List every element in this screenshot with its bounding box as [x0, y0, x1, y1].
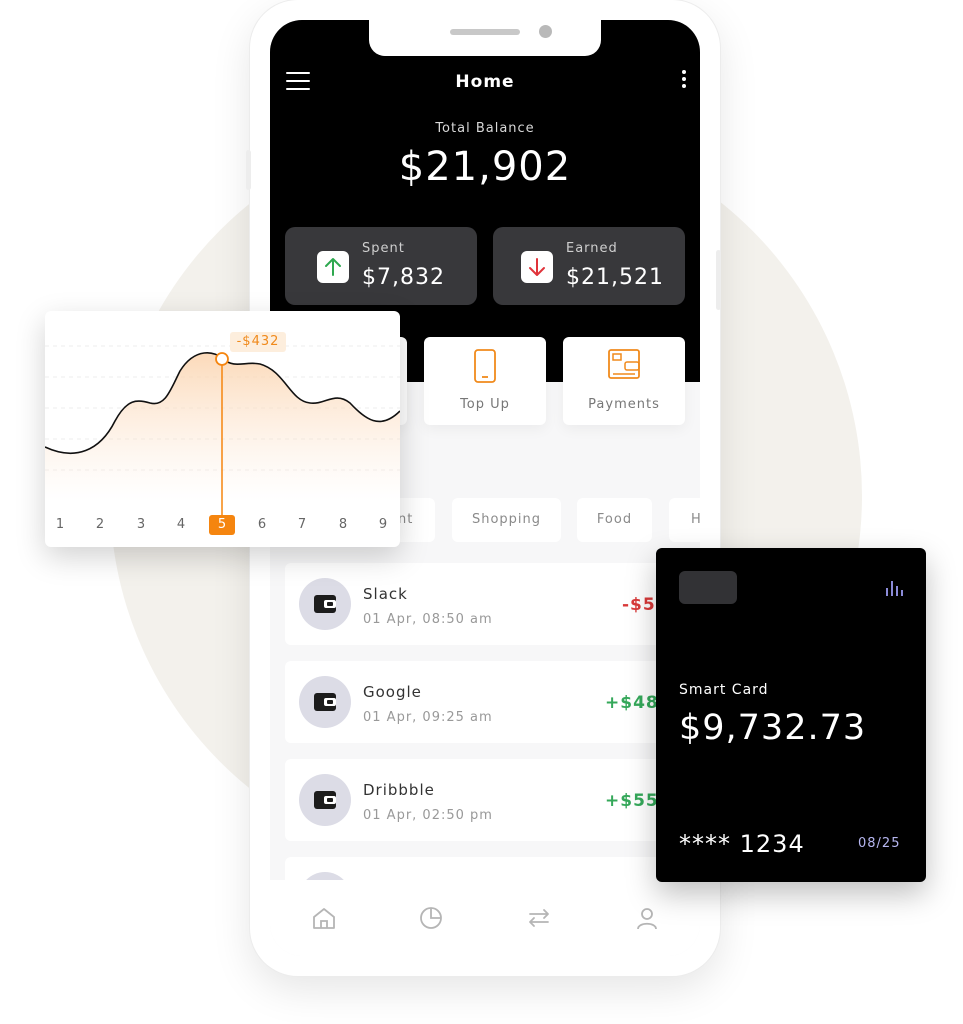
transaction-date: 01 Apr, 02:50 pm — [363, 808, 493, 823]
spent-card[interactable]: Spent $7,832 — [285, 227, 477, 305]
front-camera — [539, 25, 552, 38]
total-balance-value: $21,902 — [398, 144, 572, 190]
area-chart — [45, 345, 400, 516]
arrow-down-icon — [521, 251, 553, 283]
spent-value: $7,832 — [362, 265, 445, 290]
x-tick-label[interactable]: 2 — [87, 515, 113, 535]
transfer-icon[interactable] — [525, 904, 553, 932]
x-tick-label[interactable]: 3 — [128, 515, 154, 535]
x-tick-label[interactable]: 4 — [168, 515, 194, 535]
phone-icon — [424, 349, 546, 383]
side-button — [246, 150, 251, 190]
wallet-icon — [563, 349, 685, 383]
transaction-name: Slack — [363, 585, 408, 603]
transaction-amount: +$48 — [605, 693, 659, 713]
tab-bar — [270, 880, 700, 956]
payments-button[interactable]: Payments — [563, 337, 685, 425]
category-chip[interactable]: H — [669, 498, 700, 542]
transaction-date: 01 Apr, 09:25 am — [363, 710, 493, 725]
payments-label: Payments — [588, 397, 660, 412]
top-up-button[interactable]: Top Up — [424, 337, 546, 425]
card-amount: $9,732.73 — [679, 708, 867, 748]
profile-icon[interactable] — [633, 904, 661, 932]
smart-card[interactable]: Smart Card $9,732.73 **** 1234 08/25 — [656, 548, 926, 882]
transaction-amount: +$55 — [605, 791, 659, 811]
card-expiry: 08/25 — [858, 836, 901, 851]
earned-value: $21,521 — [566, 265, 664, 290]
wallet-icon — [314, 693, 336, 711]
arrow-up-icon — [317, 251, 349, 283]
transaction-row[interactable]: Google 01 Apr, 09:25 am +$48 — [285, 661, 685, 743]
earned-label: Earned — [566, 241, 618, 256]
x-tick-label[interactable]: 8 — [330, 515, 356, 535]
side-button — [716, 250, 721, 310]
x-tick-label[interactable]: 5 — [209, 515, 235, 535]
category-chip-food[interactable]: Food — [577, 498, 652, 542]
avatar — [299, 578, 351, 630]
transaction-row[interactable]: Slack 01 Apr, 08:50 am -$5 — [285, 563, 685, 645]
card-chip — [679, 571, 737, 604]
transaction-name: Google — [363, 683, 422, 701]
chart-tooltip: -$432 — [230, 332, 286, 352]
selection-point — [215, 352, 229, 366]
more-options-icon[interactable] — [676, 70, 692, 94]
speaker-grill — [450, 29, 520, 35]
transaction-row[interactable]: Dribbble 01 Apr, 02:50 pm +$55 — [285, 759, 685, 841]
x-tick-label[interactable]: 9 — [370, 515, 396, 535]
x-tick-label[interactable]: 7 — [289, 515, 315, 535]
transaction-date: 01 Apr, 08:50 am — [363, 612, 493, 627]
home-icon[interactable] — [310, 904, 338, 932]
transaction-amount: -$5 — [622, 595, 656, 615]
avatar — [299, 774, 351, 826]
transaction-name: Dribbble — [363, 781, 435, 799]
page-title: Home — [455, 72, 515, 92]
card-label: Smart Card — [679, 682, 769, 698]
total-balance-label: Total Balance — [435, 121, 535, 136]
spent-label: Spent — [362, 241, 405, 256]
x-tick-label[interactable]: 1 — [47, 515, 73, 535]
chart-widget: -$432 123456789 — [45, 311, 400, 547]
x-tick-label[interactable]: 6 — [249, 515, 275, 535]
wallet-icon — [314, 791, 336, 809]
avatar — [299, 676, 351, 728]
bar-chart-icon[interactable] — [884, 578, 904, 598]
wallet-icon — [314, 595, 336, 613]
category-chip-shopping[interactable]: Shopping — [452, 498, 561, 542]
phone-notch — [369, 20, 601, 56]
pie-chart-icon[interactable] — [417, 904, 445, 932]
card-number: **** 1234 — [679, 830, 805, 858]
top-up-label: Top Up — [460, 397, 510, 412]
earned-card[interactable]: Earned $21,521 — [493, 227, 685, 305]
